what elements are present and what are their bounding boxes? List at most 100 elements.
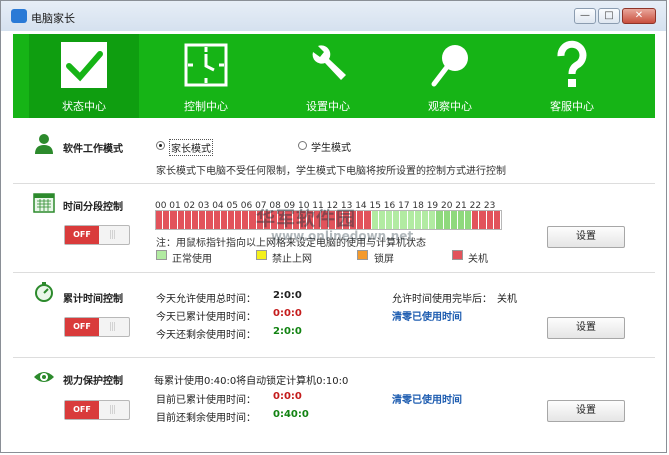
remaining-time-label: 今天还剩余使用时间： [156, 330, 256, 341]
timeslot-cell[interactable] [206, 211, 214, 229]
nav-service-center[interactable]: 客服中心 [517, 34, 627, 118]
timeslot-cell[interactable] [235, 211, 243, 229]
checkmark-icon [61, 42, 107, 88]
timeslot-cell[interactable] [199, 211, 207, 229]
nav-status-center[interactable]: 状态中心 [29, 34, 139, 118]
timeslot-title: 时间分段控制 [63, 202, 123, 213]
timeslot-cell[interactable] [465, 211, 473, 229]
legend-shutdown-label: 关机 [468, 254, 488, 265]
toggle-grip-icon: ||| [109, 405, 116, 415]
wrench-icon [312, 45, 346, 80]
timeslot-settings-button[interactable]: 设置 [547, 226, 625, 248]
eye-used-label: 目前已累计使用时间： [156, 395, 256, 406]
timeslot-cell[interactable] [414, 211, 422, 229]
nav-settings-center[interactable]: 设置中心 [273, 34, 383, 118]
toggle-off-label: OFF [65, 226, 99, 244]
cumulative-toggle[interactable]: OFF ||| [64, 317, 130, 337]
calendar-icon [33, 193, 55, 213]
magnifier-icon [431, 45, 468, 87]
mode-title: 软件工作模式 [63, 144, 123, 155]
minimize-button[interactable]: — [574, 8, 596, 24]
question-icon [557, 40, 587, 87]
timeslot-cell[interactable] [429, 211, 437, 229]
timeslot-cell[interactable] [436, 211, 444, 229]
timeslot-cell[interactable] [184, 211, 192, 229]
timeslot-cell[interactable] [486, 211, 494, 229]
eye-settings-button[interactable]: 设置 [547, 400, 625, 422]
eye-clear-used-time-link[interactable]: 清零已使用时间 [392, 391, 462, 406]
legend-normal-swatch [156, 250, 167, 260]
eye-protect-toggle[interactable]: OFF ||| [64, 400, 130, 420]
timeslot-cell[interactable] [407, 211, 415, 229]
timeslot-cell[interactable] [378, 211, 386, 229]
timeslot-cell[interactable] [450, 211, 458, 229]
legend-no-internet-swatch [256, 250, 267, 260]
legend-no-internet-label: 禁止上网 [272, 254, 312, 265]
maximize-button[interactable]: □ [598, 8, 620, 24]
nav-label: 设置中心 [306, 100, 350, 113]
app-logo-icon [11, 9, 27, 23]
student-mode-radio[interactable] [298, 141, 307, 150]
timeslot-cell[interactable] [479, 211, 487, 229]
allowed-time-value: 2:0:0 [273, 290, 302, 301]
nav-observe-center[interactable]: 观察中心 [395, 34, 505, 118]
parent-mode-label[interactable]: 家长模式 [169, 139, 213, 156]
timeslot-cell[interactable] [156, 211, 164, 229]
student-mode-label[interactable]: 学生模式 [311, 139, 351, 154]
used-time-label: 今天已累计使用时间： [156, 312, 256, 323]
cumulative-settings-button[interactable]: 设置 [547, 317, 625, 339]
after-time-label: 允许时间使用完毕后： [392, 294, 492, 305]
nav-control-center[interactable]: 控制中心 [151, 34, 261, 118]
clear-used-time-link[interactable]: 清零已使用时间 [392, 308, 462, 323]
eye-protect-title: 视力保护控制 [63, 376, 123, 387]
nav-label: 客服中心 [550, 100, 594, 113]
timeslot-cell[interactable] [163, 211, 171, 229]
after-time-value: 关机 [497, 294, 517, 305]
stopwatch-icon [35, 282, 53, 302]
remaining-time-value: 2:0:0 [273, 326, 302, 337]
timeslot-cell[interactable] [493, 211, 501, 229]
timeslot-cell[interactable] [371, 211, 379, 229]
timeslot-cell[interactable] [227, 211, 236, 229]
timeslot-cell[interactable] [177, 211, 185, 229]
watermark-text: 华军软件园 [256, 208, 357, 230]
eye-rule-text: 每累计使用0:40:0将自动锁定计算机0:10:0 [154, 376, 349, 387]
watermark-url: www.onlinedown.net [271, 229, 414, 243]
timeslot-cell[interactable] [400, 211, 408, 229]
legend-lock-swatch [357, 250, 368, 260]
timeslot-cell[interactable] [357, 211, 365, 229]
parent-mode-radio[interactable] [156, 141, 165, 150]
timeslot-cell[interactable] [170, 211, 178, 229]
timeslot-cell[interactable] [191, 211, 200, 229]
timeslot-cell[interactable] [213, 211, 221, 229]
timeslot-cell[interactable] [443, 211, 451, 229]
timeslot-cell[interactable] [393, 211, 401, 229]
eye-used-value: 0:0:0 [273, 391, 302, 402]
toggle-grip-icon: ||| [109, 322, 116, 332]
timeslot-cell[interactable] [364, 211, 372, 229]
legend-lock-label: 锁屏 [374, 254, 394, 265]
timeslot-toggle[interactable]: OFF ||| [64, 225, 130, 245]
timeslot-cell[interactable] [220, 211, 228, 229]
close-button[interactable]: ✕ [622, 8, 656, 24]
toggle-off-label: OFF [65, 401, 99, 419]
timeslot-cell[interactable] [386, 211, 394, 229]
toggle-grip-icon: ||| [109, 230, 116, 240]
nav-label: 控制中心 [184, 100, 228, 113]
eye-protect-section: 视力保护控制 OFF ||| 每累计使用0:40:0将自动锁定计算机0:10:0… [13, 358, 655, 448]
window-title: 电脑家长 [31, 12, 75, 25]
app-window: 电脑家长 — □ ✕ 状态中心 控制中心 设置中心 观察中心 客服中心 软件工作… [0, 0, 667, 453]
eye-remaining-label: 目前还剩余使用时间： [156, 413, 256, 424]
cumulative-title: 累计时间控制 [63, 294, 123, 305]
timeslot-cell[interactable] [457, 211, 466, 229]
title-bar: 电脑家长 — □ ✕ [1, 1, 666, 31]
main-nav: 状态中心 控制中心 设置中心 观察中心 客服中心 [13, 34, 655, 118]
legend-shutdown-swatch [452, 250, 463, 260]
timeslot-cell[interactable] [242, 211, 250, 229]
timeslot-cell[interactable] [472, 211, 480, 229]
toggle-off-label: OFF [65, 318, 99, 336]
timeslot-cell[interactable] [421, 211, 430, 229]
clock-icon [184, 43, 228, 87]
legend-normal-label: 正常使用 [172, 254, 212, 265]
user-icon [35, 134, 53, 154]
